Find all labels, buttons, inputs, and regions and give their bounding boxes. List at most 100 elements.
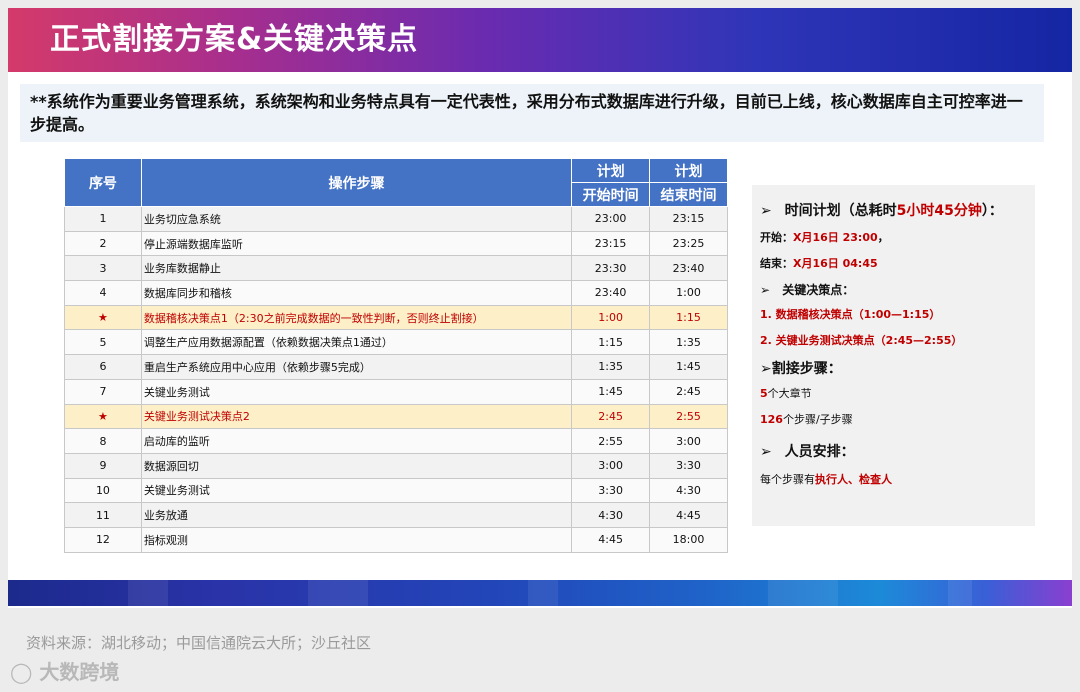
decision-point-2: 2. 关键业务测试决策点（2:45—2:55）: [760, 334, 963, 347]
row-no: ★: [64, 304, 142, 331]
row-end: 1:00: [649, 280, 728, 306]
col-header-plan-end: 计划: [649, 158, 728, 183]
row-step: 重启生产系统应用中心应用（依赖步骤5完成）: [140, 354, 573, 380]
table-row: 4 数据库同步和稽核 23:40 1:00: [64, 280, 728, 306]
row-end: 1:45: [649, 354, 728, 380]
row-end: 23:25: [649, 230, 728, 257]
table-row: 8 启动库的监听 2:55 3:00: [64, 428, 728, 454]
row-step: 业务切应急系统: [140, 206, 573, 232]
row-no: 5: [64, 329, 142, 356]
row-start: 2:45: [571, 403, 651, 430]
cutover-steps-table: 序号 操作步骤 计划 计划 开始时间 结束时间 1 业务切应急系统 23:00 23:…: [64, 158, 728, 553]
time-total: 5小时45分钟: [896, 203, 982, 219]
table-row: 9 数据源回切 3:00 3:30: [64, 452, 728, 479]
row-start: 1:15: [571, 329, 651, 356]
row-no: 12: [64, 526, 142, 553]
row-start: 4:30: [571, 502, 651, 528]
row-end: 4:45: [649, 502, 728, 528]
row-step: 停止源端数据库监听: [140, 230, 573, 257]
row-end: 2:45: [649, 378, 728, 405]
row-end: 23:15: [649, 206, 728, 232]
time-plan-heading: ➢ 时间计划（总耗时5小时45分钟）：: [760, 203, 1003, 219]
cutover-steps-heading: ➢割接步骤：: [760, 361, 842, 377]
staff-roles: 执行人、检查人: [815, 473, 892, 486]
row-end: 1:35: [649, 329, 728, 356]
row-end: 4:30: [649, 477, 728, 504]
row-start: 1:45: [571, 378, 651, 405]
decision-heading: ➢ 关键决策点：: [760, 283, 855, 297]
row-step: 业务库数据静止: [140, 255, 573, 282]
row-start: 23:30: [571, 255, 651, 282]
row-step: 关键业务测试: [140, 477, 573, 504]
row-no: ★: [64, 403, 142, 430]
staff-text: 每个步骤有执行人、检查人: [760, 473, 892, 486]
row-end: 1:15: [649, 304, 728, 331]
row-no: 6: [64, 354, 142, 380]
row-start: 3:00: [571, 452, 651, 479]
row-no: 7: [64, 378, 142, 405]
col-header-end-time: 结束时间: [649, 182, 728, 207]
arrow-icon: ➢: [760, 283, 771, 297]
row-no: 2: [64, 230, 142, 257]
row-no: 3: [64, 255, 142, 282]
row-end: 3:00: [649, 428, 728, 454]
row-step: 调整生产应用数据源配置（依赖数据决策点1通过）: [140, 329, 573, 356]
row-start: 2:55: [571, 428, 651, 454]
row-start: 1:35: [571, 354, 651, 380]
row-start: 4:45: [571, 526, 651, 553]
col-header-no: 序号: [64, 158, 142, 207]
table-row: 3 业务库数据静止 23:30 23:40: [64, 255, 728, 282]
table-row: 12 指标观测 4:45 18:00: [64, 526, 728, 553]
arrow-icon: ➢: [760, 444, 772, 460]
title-banner: 正式割接方案&关键决策点: [8, 8, 1072, 72]
start-time-value: X月16日 23:00: [793, 231, 878, 244]
row-step: 数据源回切: [140, 452, 573, 479]
chapters-count: 5个大章节: [760, 387, 812, 400]
intro-text: **系统作为重要业务管理系统，系统架构和业务特点具有一定代表性，采用分布式数据库…: [30, 92, 1023, 134]
table-row: 1 业务切应急系统 23:00 23:15: [64, 206, 728, 232]
row-step: 数据稽核决策点1（2:30之前完成数据的一致性判断，否则终止割接）: [140, 304, 573, 331]
col-header-step: 操作步骤: [140, 158, 573, 207]
row-start: 1:00: [571, 304, 651, 331]
decorative-footer-bar: [8, 580, 1072, 606]
row-no: 9: [64, 452, 142, 479]
table-row: 2 停止源端数据库监听 23:15 23:25: [64, 230, 728, 257]
decision-row: ★ 数据稽核决策点1（2:30之前完成数据的一致性判断，否则终止割接） 1:00 1:…: [64, 304, 728, 331]
row-step: 关键业务测试决策点2: [140, 403, 573, 430]
col-header-plan-start: 计划: [571, 158, 651, 183]
row-no: 10: [64, 477, 142, 504]
row-start: 23:15: [571, 230, 651, 257]
decision-point-1: 1. 数据稽核决策点（1:00—1:15）: [760, 308, 941, 321]
page-title: 正式割接方案&关键决策点: [50, 22, 419, 57]
steps-count: 126个步骤/子步骤: [760, 413, 853, 426]
logo-icon: ◯: [10, 660, 33, 684]
slide: 正式割接方案&关键决策点 **系统作为重要业务管理系统，系统架构和业务特点具有一…: [8, 8, 1072, 608]
row-end: 23:40: [649, 255, 728, 282]
table-row: 5 调整生产应用数据源配置（依赖数据决策点1通过） 1:15 1:35: [64, 329, 728, 356]
row-no: 8: [64, 428, 142, 454]
arrow-icon: ➢: [760, 203, 772, 219]
row-start: 23:00: [571, 206, 651, 232]
watermark-logo: ◯ 大数跨境: [10, 660, 120, 684]
source-note: 资料来源：湖北移动；中国信通院云大所；沙丘社区: [26, 634, 372, 652]
table-row: 10 关键业务测试 3:30 4:30: [64, 477, 728, 504]
table-row: 11 业务放通 4:30 4:45: [64, 502, 728, 528]
row-no: 11: [64, 502, 142, 528]
row-step: 指标观测: [140, 526, 573, 553]
row-end: 18:00: [649, 526, 728, 553]
row-step: 业务放通: [140, 502, 573, 528]
col-header-start-time: 开始时间: [571, 182, 651, 207]
table-row: 6 重启生产系统应用中心应用（依赖步骤5完成） 1:35 1:45: [64, 354, 728, 380]
end-time-value: X月16日 04:45: [793, 257, 878, 270]
start-time-line: 开始：X月16日 23:00，: [760, 231, 889, 244]
row-no: 4: [64, 280, 142, 306]
row-start: 23:40: [571, 280, 651, 306]
row-step: 启动库的监听: [140, 428, 573, 454]
staff-heading: ➢ 人员安排：: [760, 444, 855, 460]
row-end: 2:55: [649, 403, 728, 430]
row-no: 1: [64, 206, 142, 232]
row-step: 关键业务测试: [140, 378, 573, 405]
decision-row: ★ 关键业务测试决策点2 2:45 2:55: [64, 403, 728, 430]
end-time-line: 结束：X月16日 04:45: [760, 257, 878, 270]
summary-panel: ➢ 时间计划（总耗时5小时45分钟）： 开始：X月16日 23:00， 结束：X…: [752, 185, 1035, 526]
